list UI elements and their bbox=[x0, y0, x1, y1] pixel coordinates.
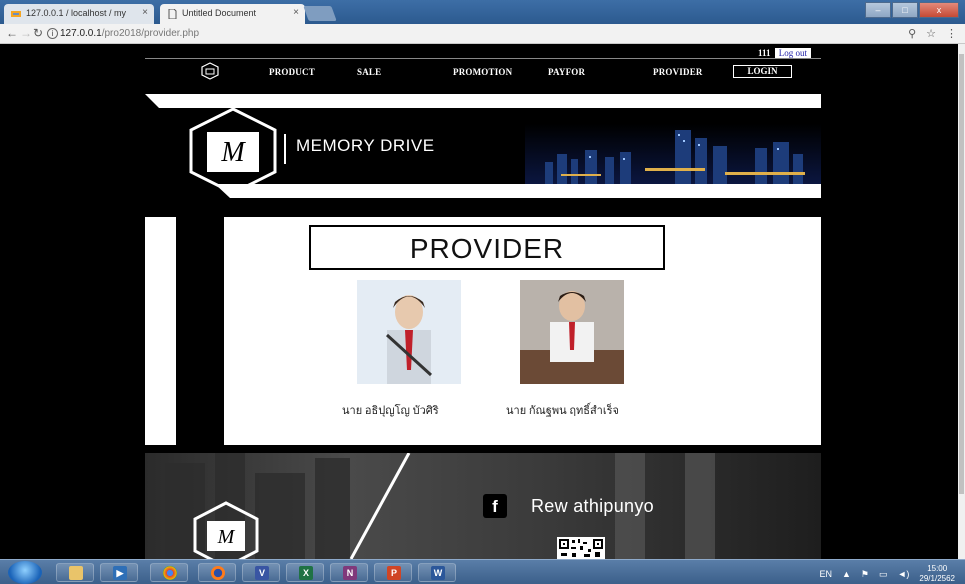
chrome-icon bbox=[163, 566, 177, 580]
media-player-icon: ▶ bbox=[113, 566, 127, 580]
window-controls: – □ x bbox=[865, 2, 959, 18]
minimize-button[interactable]: – bbox=[865, 2, 891, 18]
language-indicator[interactable]: EN bbox=[819, 569, 832, 579]
firefox-icon bbox=[211, 566, 225, 580]
clock[interactable]: 15:00 29/1/2562 bbox=[919, 564, 955, 584]
word-icon: W bbox=[431, 566, 445, 580]
qr-code-image bbox=[557, 537, 605, 559]
windows-taskbar: ▶ V X N P W EN ▲ ⚑ ▭ ◄) 15:00 29/1/2562 bbox=[0, 559, 965, 584]
reload-icon[interactable]: ↻ bbox=[33, 26, 43, 40]
content-side-band bbox=[176, 217, 224, 445]
provider-section: PROVIDER นาย อธิปุญโญ บัวศิริ นาย กัณฐพน… bbox=[145, 217, 821, 445]
nav-product[interactable]: PRODUCT bbox=[269, 67, 315, 77]
system-tray: EN ▲ ⚑ ▭ ◄) 15:00 29/1/2562 bbox=[819, 564, 955, 584]
taskbar-explorer[interactable] bbox=[56, 563, 94, 582]
brand-banner: M MEMORY DRIVE bbox=[145, 94, 821, 198]
taskbar-firefox[interactable] bbox=[198, 563, 236, 582]
login-button[interactable]: LOGIN bbox=[733, 65, 792, 78]
page-scrollbar[interactable] bbox=[958, 44, 965, 559]
nav-sale[interactable]: SALE bbox=[357, 67, 381, 77]
new-tab-button[interactable] bbox=[303, 6, 337, 21]
close-tab-icon[interactable]: × bbox=[142, 7, 148, 18]
logo-letters: M bbox=[220, 137, 246, 168]
url-host: 127.0.0.1 bbox=[60, 28, 102, 39]
provider-name-2: นาย กัณฐพน ฤทธิ์สำเร็จ bbox=[506, 405, 619, 417]
tray-expand-icon[interactable]: ▲ bbox=[842, 569, 851, 579]
menu-kebab-icon[interactable]: ⋮ bbox=[946, 27, 957, 40]
action-center-flag-icon[interactable]: ⚑ bbox=[861, 569, 869, 580]
footer-logo: M bbox=[193, 501, 259, 559]
header-divider bbox=[145, 58, 821, 59]
volume-icon[interactable]: ◄) bbox=[898, 569, 910, 579]
address-bar: ← → ↻ i 127.0.0.1/pro2018/provider.php ⚲… bbox=[0, 24, 965, 44]
powerpoint-icon: P bbox=[387, 566, 401, 580]
excel-icon: X bbox=[299, 566, 313, 580]
start-button[interactable] bbox=[8, 561, 42, 584]
page-title: PROVIDER bbox=[409, 233, 565, 264]
footer: M f Rew athipunyo bbox=[145, 453, 821, 559]
brand-name: MEMORY DRIVE bbox=[296, 136, 435, 155]
facebook-icon[interactable]: f bbox=[483, 494, 507, 518]
home-logo-icon[interactable] bbox=[200, 62, 220, 80]
clock-time: 15:00 bbox=[927, 564, 948, 573]
visio-icon: V bbox=[255, 566, 269, 580]
taskbar-excel[interactable]: X bbox=[286, 563, 324, 582]
provider-title-box: PROVIDER bbox=[309, 225, 665, 270]
taskbar-word[interactable]: W bbox=[418, 563, 456, 582]
memory-drive-logo: M bbox=[189, 107, 277, 195]
document-icon bbox=[168, 9, 177, 19]
city-skyline-image bbox=[525, 124, 821, 184]
folder-icon bbox=[69, 566, 83, 580]
nav-provider[interactable]: PROVIDER bbox=[653, 67, 703, 77]
phpmyadmin-icon bbox=[11, 11, 21, 17]
facebook-name-link[interactable]: Rew athipunyo bbox=[531, 496, 654, 517]
url-path: /pro2018/provider.php bbox=[101, 28, 200, 39]
taskbar-chrome[interactable] bbox=[150, 563, 188, 582]
nav-promotion[interactable]: PROMOTION bbox=[453, 67, 512, 77]
provider-photo-2 bbox=[520, 280, 624, 384]
zoom-icon[interactable]: ⚲ bbox=[908, 27, 916, 40]
onenote-icon: N bbox=[343, 566, 357, 580]
network-icon[interactable]: ▭ bbox=[879, 569, 888, 580]
clock-date: 29/1/2562 bbox=[919, 574, 955, 583]
close-window-button[interactable]: x bbox=[919, 2, 959, 18]
back-arrow-icon[interactable]: ← bbox=[6, 26, 18, 40]
close-tab-icon[interactable]: × bbox=[293, 7, 299, 18]
bookmark-star-icon[interactable]: ☆ bbox=[926, 27, 936, 40]
provider-name-1: นาย อธิปุญโญ บัวศิริ bbox=[342, 405, 439, 417]
footer-logo-letters: M bbox=[217, 526, 236, 548]
nav-payfor[interactable]: PAYFOR bbox=[548, 67, 585, 77]
user-id: 111 bbox=[758, 48, 771, 58]
browser-tab-bar: 127.0.0.1 / localhost / my × Untitled Do… bbox=[0, 0, 965, 24]
web-page: 111 Log out PRODUCT SALE PROMOTION PAYFO… bbox=[0, 44, 958, 559]
taskbar-onenote[interactable]: N bbox=[330, 563, 368, 582]
main-nav: PRODUCT SALE PROMOTION PAYFOR PROVIDER L… bbox=[145, 62, 821, 82]
tab-label: 127.0.0.1 / localhost / my bbox=[26, 8, 127, 18]
logout-link[interactable]: Log out bbox=[774, 48, 812, 58]
forward-arrow-icon[interactable]: → bbox=[20, 26, 32, 40]
tab-untitled-document[interactable]: Untitled Document × bbox=[160, 4, 305, 24]
user-row: 111 Log out bbox=[758, 48, 812, 58]
tab-label: Untitled Document bbox=[182, 8, 257, 18]
taskbar-media[interactable]: ▶ bbox=[100, 563, 138, 582]
tab-phpmyadmin[interactable]: 127.0.0.1 / localhost / my × bbox=[4, 4, 154, 24]
url-field[interactable]: 127.0.0.1/pro2018/provider.php bbox=[60, 28, 199, 39]
site-info-icon[interactable]: i bbox=[47, 28, 58, 39]
provider-photo-1 bbox=[357, 280, 461, 384]
maximize-button[interactable]: □ bbox=[892, 2, 918, 18]
taskbar-visio[interactable]: V bbox=[242, 563, 280, 582]
taskbar-powerpoint[interactable]: P bbox=[374, 563, 412, 582]
scrollbar-thumb[interactable] bbox=[959, 54, 964, 494]
